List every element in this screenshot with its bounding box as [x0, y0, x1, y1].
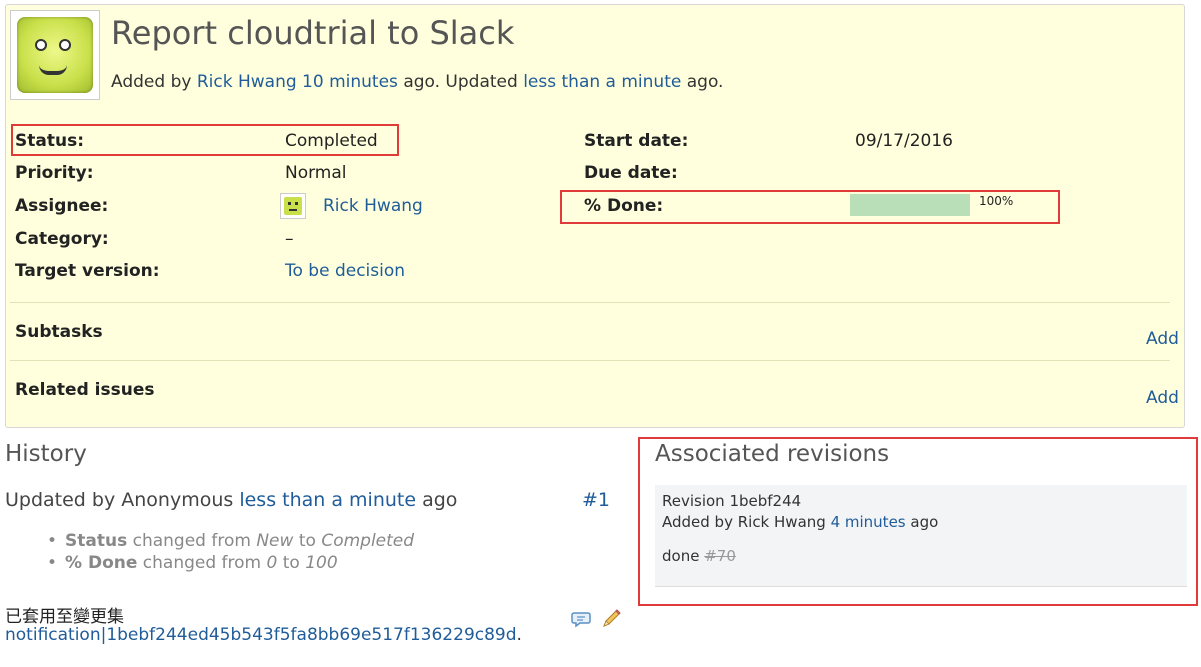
- category-label: Category:: [15, 229, 109, 249]
- revision-time-link[interactable]: 4 minutes: [831, 513, 906, 531]
- assignee-link[interactable]: Rick Hwang: [323, 196, 423, 216]
- ago-text: ago.: [686, 72, 724, 92]
- assignee-avatar-icon: [284, 197, 302, 215]
- journal-number-link[interactable]: #1: [582, 489, 610, 511]
- author-avatar: [10, 10, 100, 100]
- target-version-label: Target version:: [15, 261, 160, 281]
- assignee-avatar: [280, 193, 306, 219]
- avatar-face-icon: [17, 17, 93, 93]
- start-date-label: Start date:: [584, 131, 689, 151]
- edit-pencil-icon[interactable]: [600, 608, 622, 630]
- issue-author-line: Added by Rick Hwang 10 minutes ago. Upda…: [111, 72, 723, 92]
- issue-title: Report cloudtrial to Slack: [111, 14, 515, 52]
- updated-text: ago. Updated: [403, 72, 518, 92]
- author-link[interactable]: Rick Hwang: [197, 72, 297, 92]
- target-version-link[interactable]: To be decision: [285, 261, 405, 281]
- start-date-value: 09/17/2016: [855, 131, 953, 151]
- revision-link[interactable]: Revision 1bebf244: [662, 492, 801, 510]
- revision-author-text: Added by Rick Hwang: [662, 513, 826, 531]
- history-title: History: [5, 441, 87, 467]
- revision-message: done #70: [662, 547, 736, 565]
- related-issues-title: Related issues: [15, 380, 155, 400]
- add-subtask-link[interactable]: Add: [1146, 329, 1179, 349]
- issue-ref-link[interactable]: #70: [704, 547, 736, 565]
- priority-label: Priority:: [15, 163, 94, 183]
- journal-detail-item: Status changed from New to Completed: [47, 530, 414, 552]
- journal-details: Status changed from New to Completed % D…: [47, 530, 414, 574]
- revision-ago: ago: [910, 513, 939, 531]
- updated-time-link[interactable]: less than a minute: [523, 72, 681, 92]
- revision-meta: Added by Rick Hwang 4 minutes ago: [662, 513, 938, 531]
- journal-ago: ago: [422, 489, 458, 511]
- journal-note-text: 已套用至變更集: [5, 607, 124, 627]
- status-highlight: [11, 124, 399, 156]
- due-date-label: Due date:: [584, 163, 678, 183]
- note-period: .: [516, 625, 522, 645]
- revision-message-text: done: [662, 547, 700, 565]
- journal-author: Updated by Anonymous: [5, 489, 234, 511]
- divider-subtasks: [10, 302, 1170, 303]
- priority-value: Normal: [285, 163, 347, 183]
- changeset-link[interactable]: notification|1bebf244ed45b543f5fa8bb69e5…: [5, 625, 517, 645]
- subtasks-title: Subtasks: [15, 322, 103, 342]
- changeset-item: Revision 1bebf244 Added by Rick Hwang 4 …: [655, 485, 1187, 587]
- assignee-label: Assignee:: [15, 196, 109, 216]
- done-highlight: [560, 190, 1060, 224]
- journal-detail-item: % Done changed from 0 to 100: [47, 552, 414, 574]
- associated-revisions-title: Associated revisions: [655, 441, 890, 467]
- journal-time-link[interactable]: less than a minute: [239, 489, 416, 511]
- added-time-link[interactable]: 10 minutes: [302, 72, 398, 92]
- add-related-issue-link[interactable]: Add: [1146, 388, 1179, 408]
- journal-header: Updated by Anonymous less than a minute …: [5, 489, 457, 511]
- added-by-text: Added by: [111, 72, 192, 92]
- comment-icon[interactable]: [571, 609, 591, 629]
- divider-related: [10, 360, 1170, 361]
- journal-note-line: notification|1bebf244ed45b543f5fa8bb69e5…: [5, 625, 522, 645]
- category-value: –: [285, 229, 294, 249]
